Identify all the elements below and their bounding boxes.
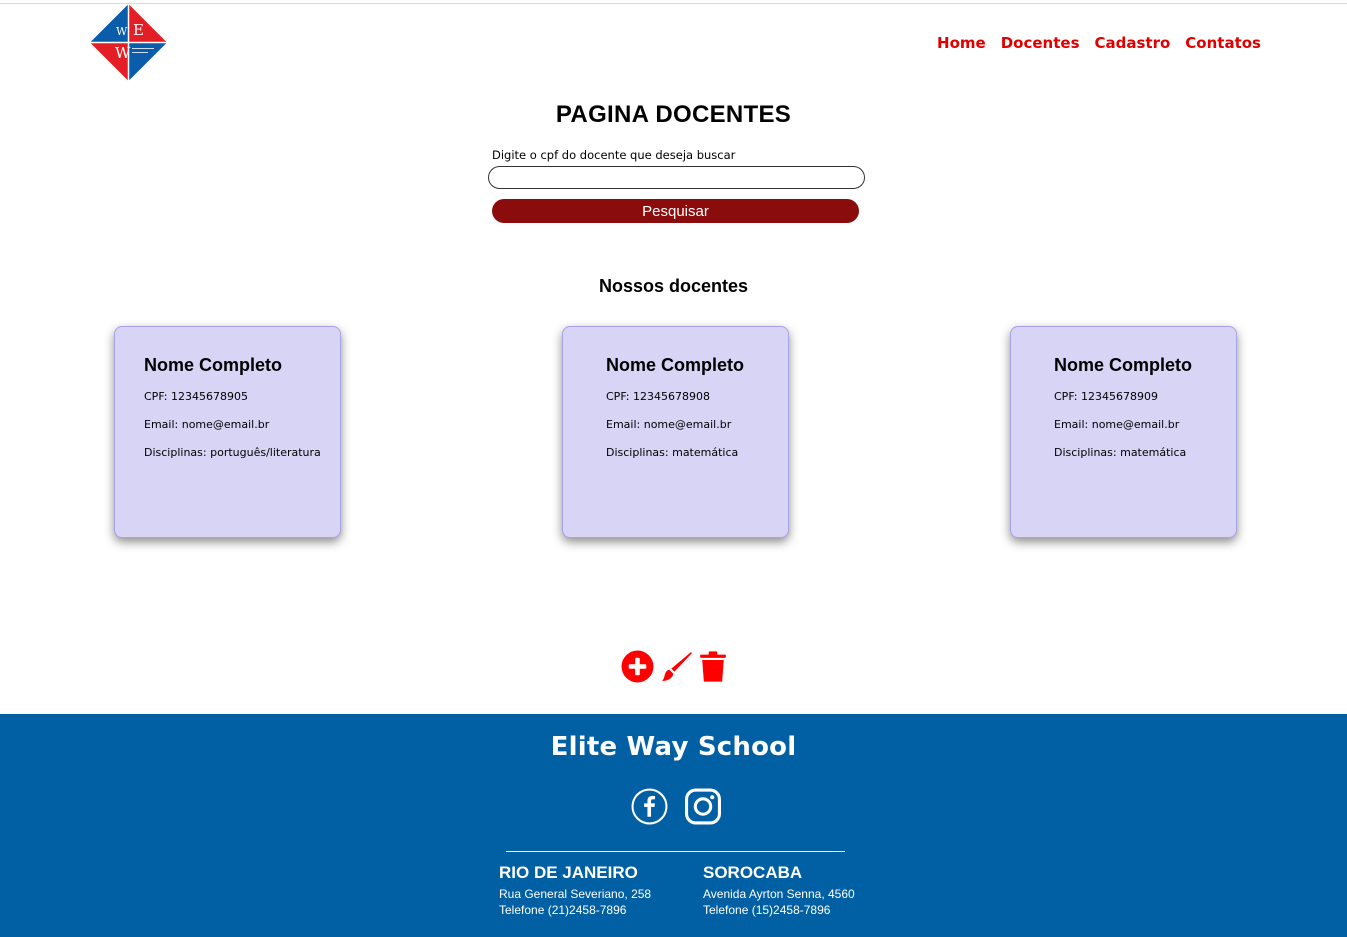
city-phone: Telefone (21)2458-7896 [499, 903, 627, 917]
svg-text:W: W [115, 44, 131, 62]
card-disciplinas: Disciplinas: matemática [1054, 446, 1187, 459]
city-rio: RIO DE JANEIRO Rua General Severiano, 25… [499, 863, 651, 918]
facebook-icon[interactable] [631, 788, 668, 829]
footer-divider [506, 851, 845, 852]
teacher-card[interactable]: Nome Completo CPF: 12345678905 Email: no… [114, 326, 341, 538]
city-name: SOROCABA [703, 863, 803, 882]
card-email: Email: nome@email.br [606, 418, 732, 431]
nav-docentes[interactable]: Docentes [1001, 34, 1080, 52]
section-title: Nossos docentes [598, 276, 749, 296]
search-label: Digite o cpf do docente que deseja busca… [492, 148, 736, 162]
action-icons [621, 650, 727, 687]
card-email: Email: nome@email.br [144, 418, 270, 431]
city-phone: Telefone (15)2458-7896 [703, 903, 831, 917]
teacher-card[interactable]: Nome Completo CPF: 12345678908 Email: no… [562, 326, 789, 538]
school-logo[interactable]: W E W [90, 4, 167, 81]
city-sorocaba: SOROCABA Avenida Ayrton Senna, 4560 Tele… [703, 863, 855, 918]
card-name: Nome Completo [606, 355, 745, 375]
card-cpf: CPF: 12345678905 [144, 390, 248, 403]
main-nav: Home Docentes Cadastro Contatos [937, 34, 1261, 52]
nav-contatos[interactable]: Contatos [1185, 34, 1261, 52]
card-cpf: CPF: 12345678909 [1054, 390, 1158, 403]
site-footer: Elite Way School RIO DE JANEIRO Rua Gene… [0, 714, 1347, 937]
trash-icon[interactable] [699, 650, 727, 687]
card-name: Nome Completo [1054, 355, 1193, 375]
page-title: PAGINA DOCENTES [555, 101, 792, 128]
city-address: Avenida Ayrton Senna, 4560 [703, 887, 855, 901]
plus-circle-icon[interactable] [621, 650, 654, 687]
city-address: Rua General Severiano, 258 [499, 887, 652, 901]
teacher-card[interactable]: Nome Completo CPF: 12345678909 Email: no… [1010, 326, 1237, 538]
search-button[interactable]: Pesquisar [492, 199, 859, 223]
social-links [631, 788, 722, 829]
top-border [0, 3, 1347, 4]
nav-home[interactable]: Home [937, 34, 986, 52]
svg-text:E: E [133, 21, 144, 39]
card-name: Nome Completo [144, 355, 283, 375]
svg-text:W: W [116, 25, 128, 38]
card-disciplinas: Disciplinas: matemática [606, 446, 739, 459]
instagram-icon[interactable] [684, 788, 722, 829]
card-email: Email: nome@email.br [1054, 418, 1180, 431]
nav-cadastro[interactable]: Cadastro [1095, 34, 1171, 52]
card-disciplinas: Disciplinas: português/literatura [144, 446, 321, 459]
cpf-search-input[interactable] [488, 166, 865, 189]
city-name: RIO DE JANEIRO [499, 863, 638, 882]
card-cpf: CPF: 12345678908 [606, 390, 710, 403]
footer-title: Elite Way School [550, 732, 797, 762]
brush-icon[interactable] [660, 650, 693, 687]
